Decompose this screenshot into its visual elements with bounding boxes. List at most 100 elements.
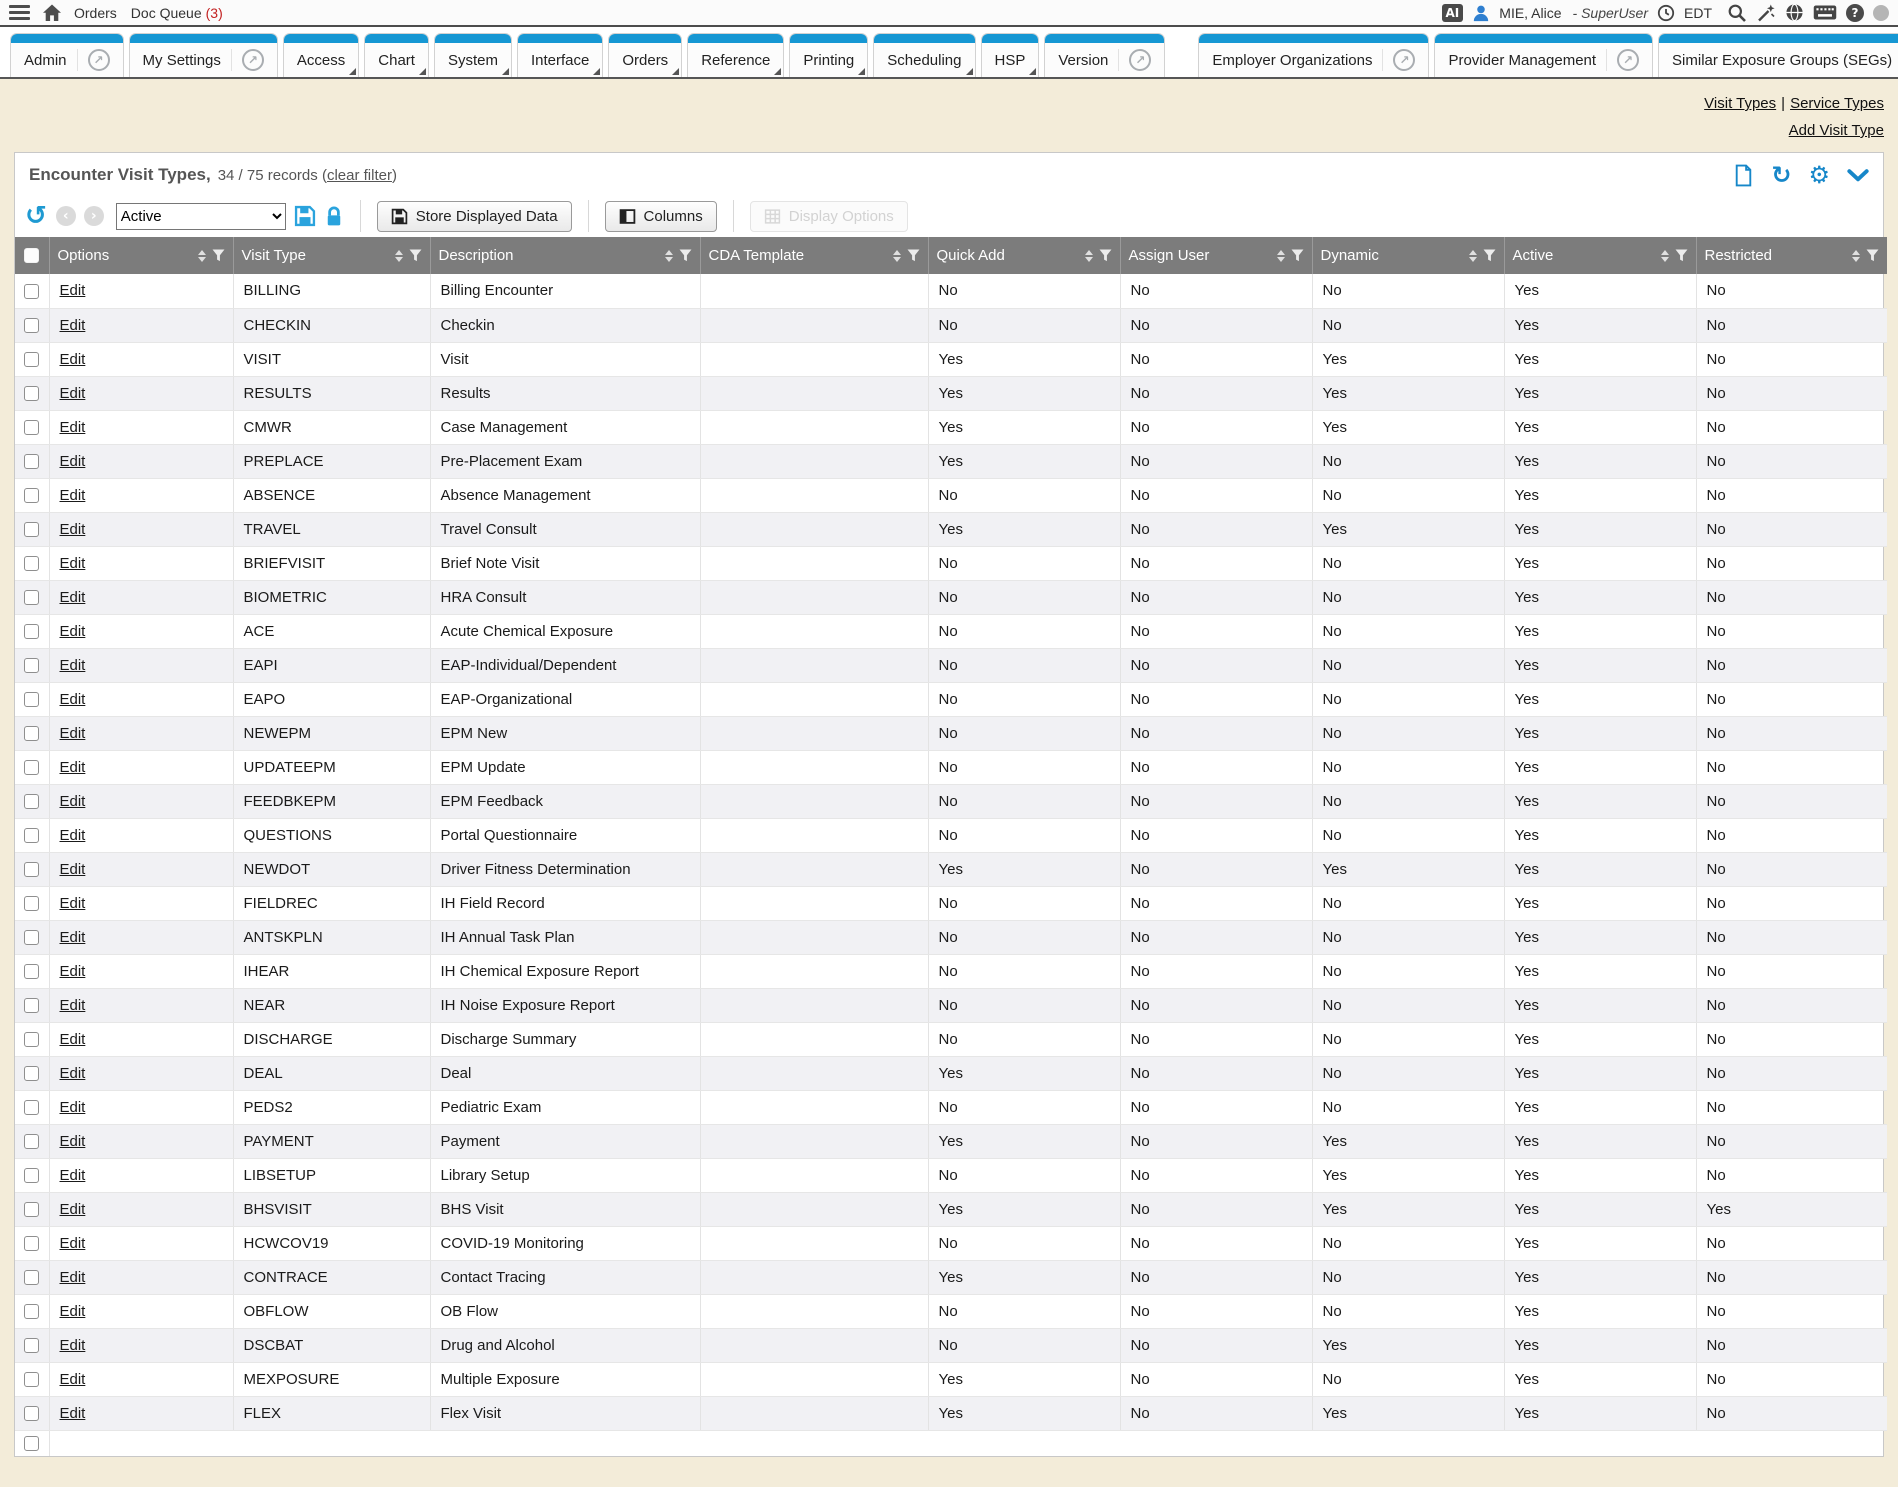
filter-icon[interactable] bbox=[907, 249, 920, 262]
tab-similar-exposure-groups-segs[interactable]: Similar Exposure Groups (SEGs)↗ bbox=[1658, 33, 1898, 77]
edit-link[interactable]: Edit bbox=[60, 1337, 86, 1354]
row-checkbox[interactable] bbox=[24, 760, 39, 775]
row-checkbox[interactable] bbox=[24, 794, 39, 809]
edit-link[interactable]: Edit bbox=[60, 282, 86, 299]
row-checkbox[interactable] bbox=[24, 352, 39, 367]
column-header-description[interactable]: Description bbox=[430, 237, 700, 274]
row-checkbox[interactable] bbox=[24, 930, 39, 945]
keyboard-icon[interactable] bbox=[1813, 5, 1837, 20]
edit-link[interactable]: Edit bbox=[60, 317, 86, 334]
gear-icon[interactable]: ⚙ bbox=[1808, 163, 1830, 187]
edit-link[interactable]: Edit bbox=[60, 929, 86, 946]
sort-icon[interactable] bbox=[1277, 250, 1285, 262]
column-header-quick-add[interactable]: Quick Add bbox=[928, 237, 1120, 274]
edit-link[interactable]: Edit bbox=[60, 1099, 86, 1116]
external-link-icon[interactable]: ↗ bbox=[1393, 49, 1415, 71]
column-header-assign-user[interactable]: Assign User bbox=[1120, 237, 1312, 274]
row-checkbox[interactable] bbox=[24, 420, 39, 435]
external-link-icon[interactable]: ↗ bbox=[1617, 49, 1639, 71]
store-displayed-data-button[interactable]: Store Displayed Data bbox=[377, 201, 572, 232]
external-link-icon[interactable]: ↗ bbox=[242, 49, 264, 71]
row-checkbox[interactable] bbox=[24, 488, 39, 503]
column-header-options[interactable]: Options bbox=[49, 237, 233, 274]
sort-icon[interactable] bbox=[1085, 250, 1093, 262]
row-checkbox[interactable] bbox=[24, 862, 39, 877]
filter-icon[interactable] bbox=[1675, 249, 1688, 262]
row-checkbox[interactable] bbox=[24, 998, 39, 1013]
row-checkbox[interactable] bbox=[24, 726, 39, 741]
visit-types-link[interactable]: Visit Types bbox=[1704, 95, 1776, 112]
row-checkbox[interactable] bbox=[24, 658, 39, 673]
row-checkbox[interactable] bbox=[24, 1406, 39, 1421]
tab-printing[interactable]: Printing bbox=[789, 33, 868, 77]
edit-link[interactable]: Edit bbox=[60, 1201, 86, 1218]
new-document-icon[interactable] bbox=[1733, 164, 1754, 187]
tab-provider-management[interactable]: Provider Management↗ bbox=[1434, 33, 1653, 77]
tab-chart[interactable]: Chart bbox=[364, 33, 429, 77]
nav-back-icon[interactable]: ‹ bbox=[56, 206, 76, 226]
row-checkbox[interactable] bbox=[24, 318, 39, 333]
tab-version[interactable]: Version↗ bbox=[1044, 33, 1165, 77]
edit-link[interactable]: Edit bbox=[60, 453, 86, 470]
edit-link[interactable]: Edit bbox=[60, 725, 86, 742]
edit-link[interactable]: Edit bbox=[60, 759, 86, 776]
edit-link[interactable]: Edit bbox=[60, 1133, 86, 1150]
filter-icon[interactable] bbox=[1483, 249, 1496, 262]
filter-icon[interactable] bbox=[1291, 249, 1304, 262]
column-header-cda-template[interactable]: CDA Template bbox=[700, 237, 928, 274]
filter-icon[interactable] bbox=[409, 249, 422, 262]
tab-system[interactable]: System bbox=[434, 33, 512, 77]
row-checkbox[interactable] bbox=[24, 1270, 39, 1285]
home-icon[interactable] bbox=[41, 3, 63, 23]
edit-link[interactable]: Edit bbox=[60, 385, 86, 402]
refresh-icon[interactable]: ↻ bbox=[1771, 163, 1791, 187]
nav-forward-icon[interactable]: › bbox=[84, 206, 104, 226]
tab-scheduling[interactable]: Scheduling bbox=[873, 33, 975, 77]
row-checkbox[interactable] bbox=[24, 1066, 39, 1081]
edit-link[interactable]: Edit bbox=[60, 861, 86, 878]
edit-link[interactable]: Edit bbox=[60, 1303, 86, 1320]
clear-filter-link[interactable]: clear filter bbox=[327, 167, 392, 184]
edit-link[interactable]: Edit bbox=[60, 793, 86, 810]
sort-icon[interactable] bbox=[1852, 250, 1860, 262]
row-checkbox[interactable] bbox=[24, 1168, 39, 1183]
row-checkbox[interactable] bbox=[24, 386, 39, 401]
edit-link[interactable]: Edit bbox=[60, 589, 86, 606]
row-checkbox[interactable] bbox=[24, 1236, 39, 1251]
columns-button[interactable]: Columns bbox=[605, 201, 717, 232]
row-checkbox[interactable] bbox=[24, 1100, 39, 1115]
undo-icon[interactable]: ↺ bbox=[25, 203, 47, 229]
sort-icon[interactable] bbox=[1469, 250, 1477, 262]
row-checkbox[interactable] bbox=[24, 1372, 39, 1387]
row-checkbox[interactable] bbox=[24, 828, 39, 843]
tab-access[interactable]: Access bbox=[283, 33, 359, 77]
edit-link[interactable]: Edit bbox=[60, 521, 86, 538]
filter-icon[interactable] bbox=[679, 249, 692, 262]
globe-icon[interactable] bbox=[1785, 3, 1804, 22]
edit-link[interactable]: Edit bbox=[60, 623, 86, 640]
edit-link[interactable]: Edit bbox=[60, 1371, 86, 1388]
status-filter-select[interactable]: Active bbox=[116, 203, 286, 230]
external-link-icon[interactable]: ↗ bbox=[88, 49, 110, 71]
row-checkbox[interactable] bbox=[24, 624, 39, 639]
edit-link[interactable]: Edit bbox=[60, 1031, 86, 1048]
clock-icon[interactable] bbox=[1657, 4, 1675, 22]
row-checkbox[interactable] bbox=[24, 964, 39, 979]
breadcrumb-doc-queue[interactable]: Doc Queue(3) bbox=[131, 5, 223, 21]
user-avatar-icon[interactable] bbox=[1472, 4, 1490, 22]
column-header-dynamic[interactable]: Dynamic bbox=[1312, 237, 1504, 274]
edit-link[interactable]: Edit bbox=[60, 963, 86, 980]
row-checkbox[interactable] bbox=[24, 1202, 39, 1217]
filter-icon[interactable] bbox=[1866, 249, 1879, 262]
column-header-restricted[interactable]: Restricted bbox=[1696, 237, 1887, 274]
edit-link[interactable]: Edit bbox=[60, 1269, 86, 1286]
column-header-visit-type[interactable]: Visit Type bbox=[233, 237, 430, 274]
edit-link[interactable]: Edit bbox=[60, 997, 86, 1014]
column-header-active[interactable]: Active bbox=[1504, 237, 1696, 274]
edit-link[interactable]: Edit bbox=[60, 555, 86, 572]
edit-link[interactable]: Edit bbox=[60, 1405, 86, 1422]
help-icon[interactable]: ? bbox=[1846, 4, 1864, 22]
edit-link[interactable]: Edit bbox=[60, 419, 86, 436]
sort-icon[interactable] bbox=[665, 250, 673, 262]
collapse-chevron-icon[interactable] bbox=[1847, 169, 1869, 182]
